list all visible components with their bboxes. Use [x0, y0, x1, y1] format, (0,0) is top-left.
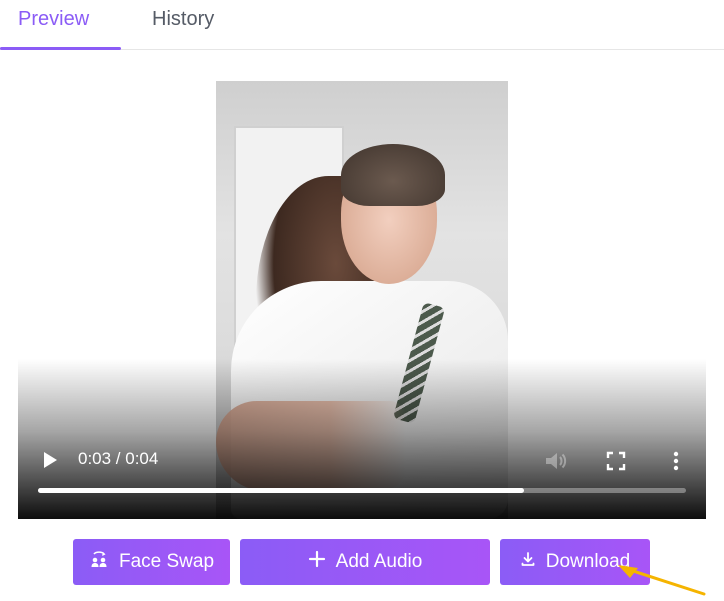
active-tab-indicator — [0, 47, 121, 50]
download-icon — [520, 551, 536, 573]
video-buzzcut — [341, 144, 445, 206]
volume-icon[interactable] — [542, 448, 568, 474]
tab-preview[interactable]: Preview — [18, 8, 89, 31]
more-vertical-icon[interactable] — [663, 448, 689, 474]
plus-icon — [308, 550, 326, 574]
download-button[interactable]: Download — [500, 539, 650, 585]
add-audio-button[interactable]: Add Audio — [240, 539, 490, 585]
face-swap-label: Face Swap — [118, 551, 215, 572]
add-audio-label: Add Audio — [335, 551, 423, 572]
progress-fill — [38, 488, 524, 493]
fullscreen-icon[interactable] — [603, 448, 629, 474]
tab-bar: Preview History — [0, 0, 724, 50]
play-icon[interactable] — [40, 450, 60, 470]
video-player[interactable]: 0:03 / 0:04 — [18, 81, 706, 519]
download-label: Download — [545, 551, 631, 572]
video-controls: 0:03 / 0:04 — [18, 436, 706, 519]
tab-history[interactable]: History — [152, 8, 214, 31]
time-display: 0:03 / 0:04 — [78, 449, 159, 468]
face-swap-button[interactable]: Face Swap — [73, 539, 230, 585]
face-swap-icon — [89, 549, 109, 575]
progress-bar[interactable] — [38, 488, 686, 493]
